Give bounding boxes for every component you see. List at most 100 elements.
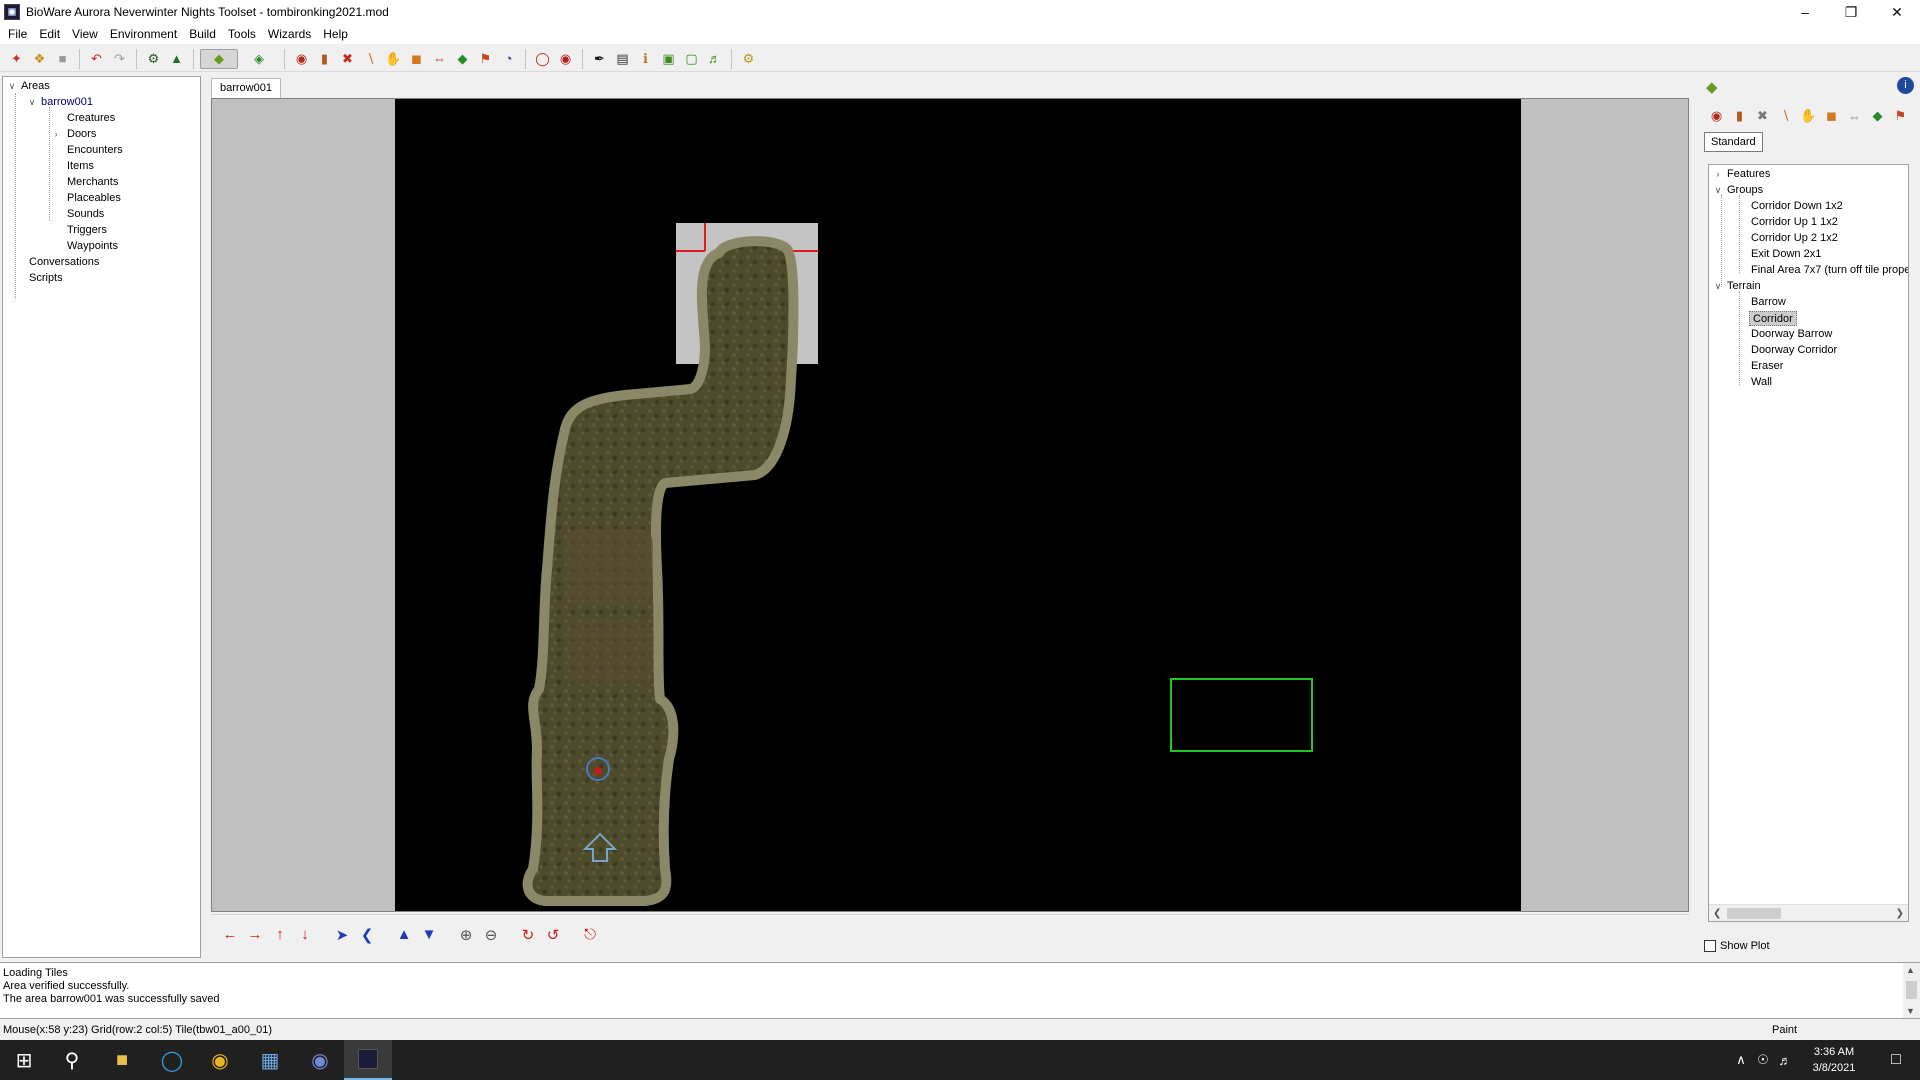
save-icon[interactable]: ■ [52, 49, 73, 69]
merchant-palette-icon[interactable]: ✋ [1798, 106, 1819, 126]
paint-sound-icon[interactable]: ⇔ [429, 49, 450, 69]
area-properties-icon[interactable]: ▲ [166, 49, 187, 69]
journal-icon[interactable]: ✒ [589, 49, 610, 69]
tilt-down-icon[interactable]: ▼ [418, 924, 440, 946]
edge-browser-icon[interactable]: ◯ [148, 1040, 196, 1080]
palette-tree[interactable]: › Features ∨ Groups Corridor Down 1x2 Corr… [1708, 164, 1909, 922]
restore-button[interactable]: ❐ [1828, 0, 1874, 24]
raise-lower-icon[interactable]: ◈ [240, 49, 278, 69]
chevron-right-icon[interactable]: › [51, 127, 61, 142]
close-button[interactable]: ✕ [1874, 0, 1920, 24]
zoom-in-icon[interactable]: ⊕ [455, 924, 477, 946]
palette-item-terrain[interactable]: Eraser [1751, 359, 1783, 374]
menu-help[interactable]: Help [317, 24, 354, 44]
taskbar-clock[interactable]: 3:36 AM 3/8/2021 [1796, 1044, 1872, 1076]
notifications-icon[interactable]: □ [1872, 1051, 1920, 1069]
palette-item-terrain-selected[interactable]: Corridor [1749, 311, 1797, 326]
chevron-down-icon[interactable]: ∨ [1713, 183, 1723, 198]
hak-pak-icon[interactable]: ▢ [681, 49, 702, 69]
chrome-browser-icon[interactable]: ◉ [196, 1040, 244, 1080]
palette-node-groups[interactable]: ∨ Groups [1713, 183, 1763, 198]
palette-item-group[interactable]: Corridor Up 1 1x2 [1751, 215, 1838, 230]
search-icon[interactable]: ⚲ [48, 1040, 96, 1080]
palette-node-terrain[interactable]: ∨ Terrain [1713, 279, 1761, 294]
menu-tools[interactable]: Tools [222, 24, 262, 44]
start-icon[interactable]: ⊞ [0, 1040, 48, 1080]
open-module-icon[interactable]: ❖ [29, 49, 50, 69]
waypoint-palette-icon[interactable]: ⚑ [1890, 106, 1911, 126]
discord-icon[interactable]: ◉ [296, 1040, 344, 1080]
calculator-icon[interactable]: ▦ [246, 1040, 294, 1080]
tree-node-doors[interactable]: › Doors [51, 127, 97, 142]
palette-item-terrain[interactable]: Wall [1751, 375, 1772, 390]
chevron-down-icon[interactable]: ∨ [27, 95, 37, 110]
palette-item-terrain[interactable]: Doorway Corridor [1751, 343, 1837, 358]
palette-node-features[interactable]: › Features [1713, 167, 1771, 182]
menu-wizards[interactable]: Wizards [262, 24, 317, 44]
tree-node-merchants[interactable]: Merchants [67, 175, 118, 190]
custom-content-icon[interactable]: ▣ [658, 49, 679, 69]
palette-item-group[interactable]: Corridor Up 2 1x2 [1751, 231, 1838, 246]
palette-item-group[interactable]: Corridor Down 1x2 [1751, 199, 1843, 214]
tilt-up-icon[interactable]: ▲ [393, 924, 415, 946]
test-module-icon[interactable]: ⚙ [738, 49, 759, 69]
menu-edit[interactable]: Edit [33, 24, 66, 44]
reset-camera-icon[interactable]: ⎋ [579, 924, 601, 946]
paint-merchant-icon[interactable]: ✋ [383, 49, 404, 69]
palette-icon[interactable]: ℹ [635, 49, 656, 69]
checkbox-box[interactable] [1704, 940, 1716, 952]
creature-palette-icon[interactable]: ◉ [1706, 106, 1727, 126]
tree-node-barrow001[interactable]: ∨ barrow001 [27, 95, 93, 110]
area-map-canvas[interactable] [395, 99, 1521, 911]
rotate-right-icon[interactable]: ➤ [331, 924, 353, 946]
scrollbar-thumb[interactable] [1906, 981, 1917, 999]
tree-node-creatures[interactable]: Creatures [67, 111, 115, 126]
tree-node-encounters[interactable]: Encounters [67, 143, 123, 158]
chevron-right-icon[interactable]: › [1713, 167, 1723, 182]
paint-door-icon[interactable]: ▮ [314, 49, 335, 69]
pan-right-icon[interactable]: → [244, 924, 266, 946]
menu-file[interactable]: File [2, 24, 33, 44]
tree-node-areas[interactable]: ∨ Areas [7, 79, 50, 94]
undo-icon[interactable]: ↶ [86, 49, 107, 69]
paint-creature-icon[interactable]: ◉ [291, 49, 312, 69]
palette-item-group[interactable]: Exit Down 2x1 [1751, 247, 1821, 262]
palette-item-terrain[interactable]: Barrow [1751, 295, 1786, 310]
encounter-palette-icon[interactable]: ✖ [1752, 106, 1773, 126]
paint-terrain-icon[interactable]: ◆ [200, 48, 238, 69]
rotate-camera-cw-icon[interactable]: ↻ [517, 924, 539, 946]
info-icon[interactable]: i [1897, 77, 1914, 94]
trigger-palette-icon[interactable]: ◆ [1867, 106, 1888, 126]
menu-view[interactable]: View [66, 24, 104, 44]
module-properties-icon[interactable]: ⚙ [143, 49, 164, 69]
palette-item-terrain[interactable]: Doorway Barrow [1751, 327, 1832, 342]
music-icon[interactable]: ♬ [704, 49, 725, 69]
minimize-button[interactable]: – [1782, 0, 1828, 24]
area-viewport[interactable] [211, 98, 1689, 912]
tab-standard[interactable]: Standard [1704, 132, 1763, 152]
door-palette-icon[interactable]: ▮ [1729, 106, 1750, 126]
scroll-left-icon[interactable]: ❮ [1713, 905, 1721, 921]
pan-left-icon[interactable]: ← [219, 924, 241, 946]
taskbar-item-nwn-toolset[interactable] [344, 1040, 392, 1080]
paint-placeable-icon[interactable]: ◼ [406, 49, 427, 69]
menu-environment[interactable]: Environment [104, 24, 183, 44]
tree-node-sounds[interactable]: Sounds [67, 207, 104, 222]
terrain-palette-icon[interactable]: ◆ [1706, 78, 1718, 96]
palette-horizontal-scrollbar[interactable]: ❮ ❯ [1709, 904, 1908, 921]
plot-wizard-icon[interactable]: ▤ [612, 49, 633, 69]
script-icon[interactable]: ◔ [498, 49, 519, 69]
scroll-right-icon[interactable]: ❯ [1896, 905, 1904, 921]
tree-node-waypoints[interactable]: Waypoints [67, 239, 118, 254]
paint-item-icon[interactable]: ∖ [360, 49, 381, 69]
rotate-camera-ccw-icon[interactable]: ↺ [542, 924, 564, 946]
tree-node-conversations[interactable]: Conversations [29, 255, 99, 270]
item-palette-icon[interactable]: ∖ [1775, 106, 1796, 126]
tree-node-placeables[interactable]: Placeables [67, 191, 121, 206]
sound-palette-icon[interactable]: ⇔ [1844, 106, 1865, 126]
scroll-up-icon[interactable]: ▲ [1906, 965, 1915, 975]
network-icon[interactable]: ☉ [1752, 1052, 1774, 1068]
chevron-up-icon[interactable]: ∧ [1730, 1052, 1752, 1068]
tree-node-scripts[interactable]: Scripts [29, 271, 63, 286]
conversation-icon[interactable]: ◯ [532, 49, 553, 69]
